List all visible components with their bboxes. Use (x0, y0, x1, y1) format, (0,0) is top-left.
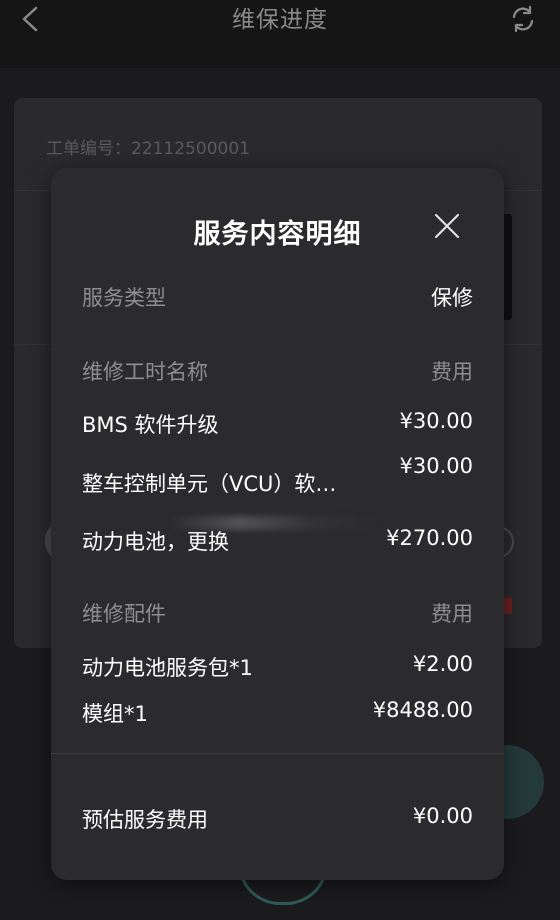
labor-item-name: 动力电池，更换 (82, 530, 229, 554)
labor-header-label: 维修工时名称 (82, 360, 208, 384)
labor-item-name: BMS 软件升级 (82, 413, 219, 437)
part-item: 动力电池服务包*1 ¥2.00 (82, 652, 473, 682)
service-type-row: 服务类型 保修 (82, 282, 473, 312)
order-number-label: 工单编号：22112500001 (46, 139, 250, 159)
labor-fee-header: 费用 (431, 360, 473, 384)
labor-item-price: ¥270.00 (386, 526, 473, 550)
close-icon[interactable] (433, 212, 461, 240)
part-item-price: ¥2.00 (412, 652, 473, 676)
total-value: ¥0.00 (412, 804, 473, 828)
parts-fee-header: 费用 (431, 602, 473, 626)
service-detail-modal: 服务内容明细 服务类型 保修 维修工时名称 费用 BMS 软件升级 ¥30.00… (51, 168, 504, 880)
service-type-value: 保修 (431, 286, 473, 310)
service-type-label: 服务类型 (82, 286, 166, 310)
parts-header-label: 维修配件 (82, 602, 166, 626)
labor-item-price: ¥30.00 (399, 454, 473, 478)
labor-item: 整车控制单元（VCU）软… ¥30.00 (82, 454, 473, 498)
top-nav-bar: 维保进度 (0, 0, 560, 68)
page-title: 维保进度 (232, 7, 328, 33)
labor-item-name: 整车控制单元（VCU）软… (82, 472, 337, 496)
part-item-price: ¥8488.00 (372, 698, 473, 722)
labor-item: 动力电池，更换 ¥270.00 (82, 526, 473, 556)
part-item-name: 模组*1 (82, 702, 148, 726)
back-arrow-icon[interactable] (18, 6, 44, 32)
refresh-icon[interactable] (508, 4, 538, 34)
labor-header-row: 维修工时名称 费用 (82, 356, 473, 386)
labor-item: BMS 软件升级 ¥30.00 (82, 409, 473, 439)
total-label: 预估服务费用 (82, 808, 208, 832)
divider (51, 753, 504, 754)
part-item: 模组*1 ¥8488.00 (82, 698, 473, 728)
parts-header-row: 维修配件 费用 (82, 598, 473, 628)
part-item-name: 动力电池服务包*1 (82, 656, 253, 680)
total-row: 预估服务费用 ¥0.00 (82, 804, 473, 834)
labor-item-price: ¥30.00 (399, 409, 473, 433)
